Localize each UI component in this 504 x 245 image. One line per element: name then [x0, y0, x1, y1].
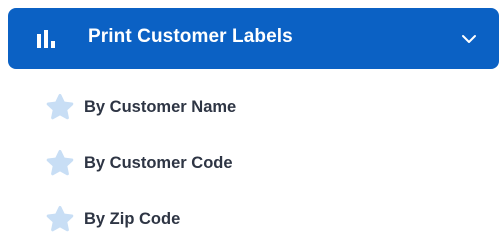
star-icon: [45, 205, 75, 233]
star-icon: [45, 93, 75, 121]
print-customer-labels-header[interactable]: Print Customer Labels: [8, 8, 499, 69]
menu-item-label: By Customer Code: [84, 153, 233, 172]
menu-item-by-zip-code[interactable]: By Zip Code: [45, 204, 180, 234]
print-labels-menu: Print Customer Labels By Customer Name B…: [0, 0, 504, 245]
menu-item-label: By Zip Code: [84, 209, 181, 228]
menu-item-by-customer-name[interactable]: By Customer Name: [45, 92, 236, 122]
menu-item-label: By Customer Name: [84, 97, 237, 116]
header-title: Print Customer Labels: [88, 26, 293, 47]
star-icon: [45, 149, 75, 177]
bar-chart-icon: [37, 30, 59, 48]
menu-item-by-customer-code[interactable]: By Customer Code: [45, 148, 233, 178]
chevron-down-icon[interactable]: [461, 31, 477, 43]
